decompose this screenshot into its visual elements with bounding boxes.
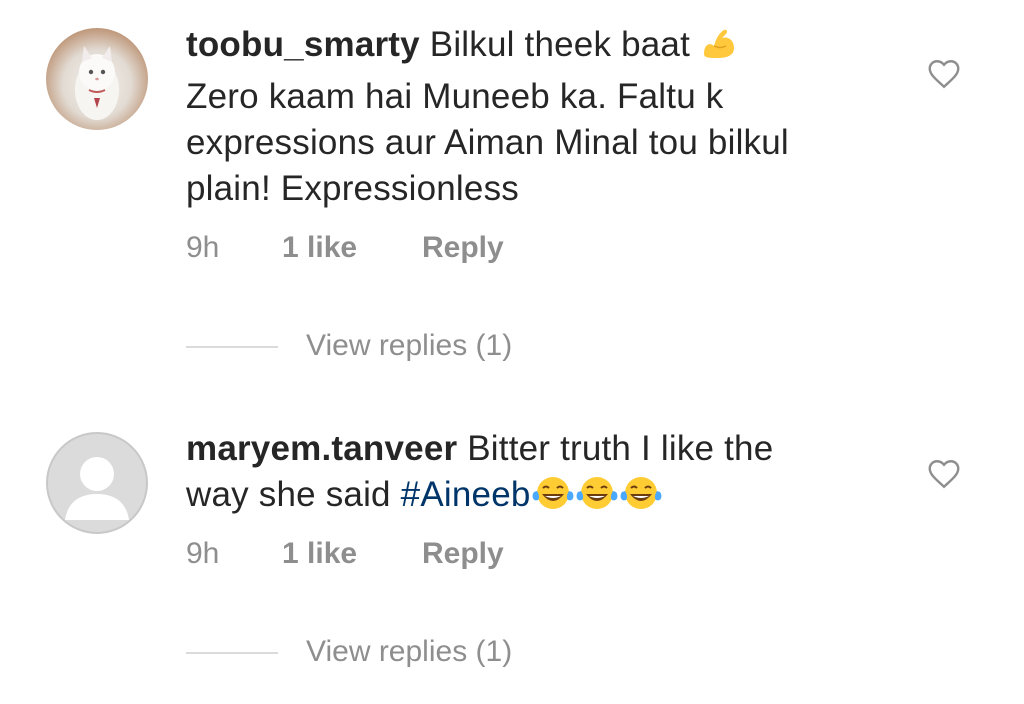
heart-outline-icon[interactable] [926, 456, 962, 492]
divider-line [186, 652, 278, 655]
divider-line [186, 346, 278, 349]
username[interactable]: toobu_smarty [186, 25, 420, 64]
view-replies-label: View replies (1) [306, 635, 513, 668]
comment-text: expressions aur Aiman Minal tou bilkul [186, 123, 789, 162]
view-replies-button[interactable]: View replies (1) [186, 326, 512, 366]
timestamp: 9h [186, 537, 220, 570]
like-count[interactable]: 1 like [282, 228, 422, 268]
heart-outline-icon[interactable] [926, 56, 962, 92]
default-avatar-icon[interactable] [46, 432, 148, 534]
face-with-tears-of-joy-icon [575, 474, 619, 524]
username[interactable]: maryem.tanveer [186, 429, 457, 468]
kitten-avatar-icon[interactable] [46, 28, 148, 130]
face-with-tears-of-joy-icon [619, 474, 663, 524]
view-replies-button[interactable]: View replies (1) [186, 632, 512, 672]
comment-body: toobu_smarty Bilkul theek baat Zero kaam… [186, 22, 906, 212]
timestamp: 9h [186, 231, 220, 264]
comment-text: Bitter truth I like the [467, 429, 774, 468]
comment-text: plain! Expressionless [186, 169, 519, 208]
comment-text: Zero kaam hai Muneeb ka. Faltu k [186, 77, 724, 116]
reply-button[interactable]: Reply [422, 534, 504, 574]
comment-meta: 9h 1 like Reply [186, 228, 504, 268]
comment-meta: 9h 1 like Reply [186, 534, 504, 574]
flexed-biceps-icon [700, 24, 738, 74]
hashtag-link[interactable]: #Aineeb [401, 475, 531, 514]
comment-text: way she said [186, 475, 391, 514]
face-with-tears-of-joy-icon [531, 474, 575, 524]
comment-text: Bilkul theek baat [429, 25, 691, 64]
view-replies-label: View replies (1) [306, 329, 513, 362]
comment-body: maryem.tanveer Bitter truth I like the w… [186, 426, 906, 524]
like-count[interactable]: 1 like [282, 534, 422, 574]
reply-button[interactable]: Reply [422, 228, 504, 268]
